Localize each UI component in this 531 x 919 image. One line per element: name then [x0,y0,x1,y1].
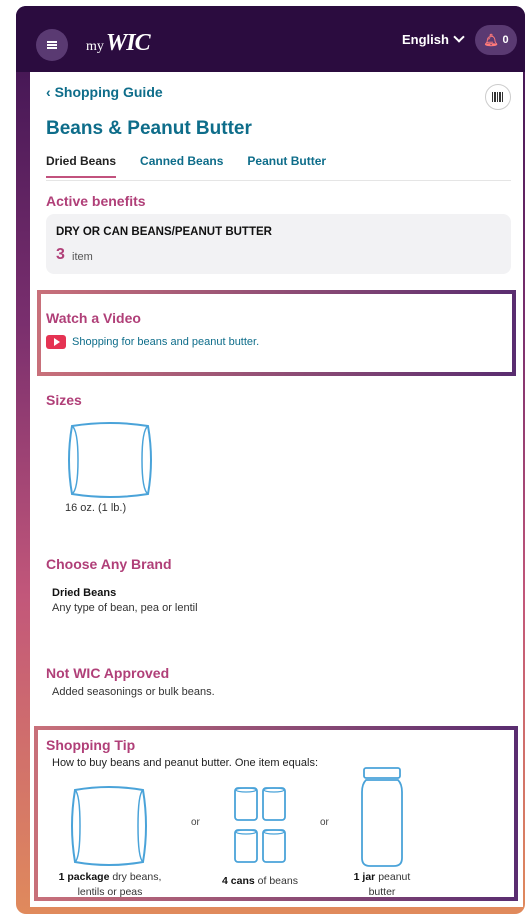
youtube-icon[interactable] [46,335,66,349]
caption-bold: 1 package [58,871,110,883]
menu-button[interactable] [36,29,68,61]
page-title: Beans & Peanut Butter [46,118,252,139]
not-approved-heading: Not WIC Approved [46,665,170,681]
tip-caption-jar: 1 jar peanut butter [335,870,429,900]
bag-icon [68,422,152,498]
tab-peanut-butter[interactable]: Peanut Butter [247,154,326,178]
notification-count: 0 [502,34,509,46]
logo-prefix: my [86,39,104,54]
sizes-heading: Sizes [46,392,82,408]
bag-icon [71,786,147,866]
choose-brand-heading: Choose Any Brand [46,556,172,572]
category-tabs: Dried Beans Canned Beans Peanut Butter [46,154,326,178]
app-logo[interactable]: my WIC [86,30,151,57]
notifications-button[interactable]: 🔔︎ 0 [475,25,517,55]
barcode-scan-button[interactable] [485,84,511,110]
tab-canned-beans[interactable]: Canned Beans [140,154,223,178]
caption-text: lentils or peas [77,886,143,899]
jar-icon [361,767,403,867]
benefit-unit: item [72,251,93,263]
benefit-name: DRY OR CAN BEANS/PEANUT BUTTER [56,226,272,238]
not-approved-description: Added seasonings or bulk beans. [52,686,215,698]
or-separator: or [320,817,329,828]
caption-text: butter [368,886,396,899]
shopping-tip-description: How to buy beans and peanut butter. One … [52,757,319,769]
caption-bold: 1 jar [353,871,376,883]
caption-text: peanut [375,871,411,883]
tab-dried-beans[interactable]: Dried Beans [46,154,117,178]
back-link[interactable]: ‹ Shopping Guide [46,84,163,100]
size-label: 16 oz. (1 lb.) [65,502,127,514]
shopping-tip-heading: Shopping Tip [46,737,136,753]
chevron-left-icon: ‹ [46,84,51,100]
tip-caption-cans: 4 cans of beans [210,874,310,889]
or-separator: or [191,817,200,828]
barcode-icon [492,92,504,102]
tip-caption-package: 1 package dry beans, lentils or peas [50,870,170,900]
hamburger-icon [47,41,57,49]
chevron-down-icon [453,31,465,43]
content-panel: ‹ Shopping Guide Beans & Peanut Butter D… [30,72,523,907]
caption-text: dry beans, [109,871,162,883]
benefit-card: DRY OR CAN BEANS/PEANUT BUTTER 3 item [46,214,511,274]
watch-video-heading: Watch a Video [46,310,141,326]
back-label: Shopping Guide [54,84,163,100]
benefit-quantity: 3 [56,246,65,263]
language-label: English [402,32,449,47]
language-selector[interactable]: English [402,31,465,47]
brand-description: Any type of bean, pea or lentil [52,602,198,614]
logo-main: WIC [105,30,151,56]
watch-video-section [37,290,516,376]
brand-name: Dried Beans [52,587,117,599]
caption-bold: 4 cans [222,875,255,887]
cans-icon [234,787,286,863]
video-link[interactable]: Shopping for beans and peanut butter. [72,336,259,348]
tabs-divider [46,180,511,181]
caption-text: of beans [254,875,298,887]
bell-icon: 🔔︎ [483,33,499,47]
active-benefits-heading: Active benefits [46,193,146,209]
